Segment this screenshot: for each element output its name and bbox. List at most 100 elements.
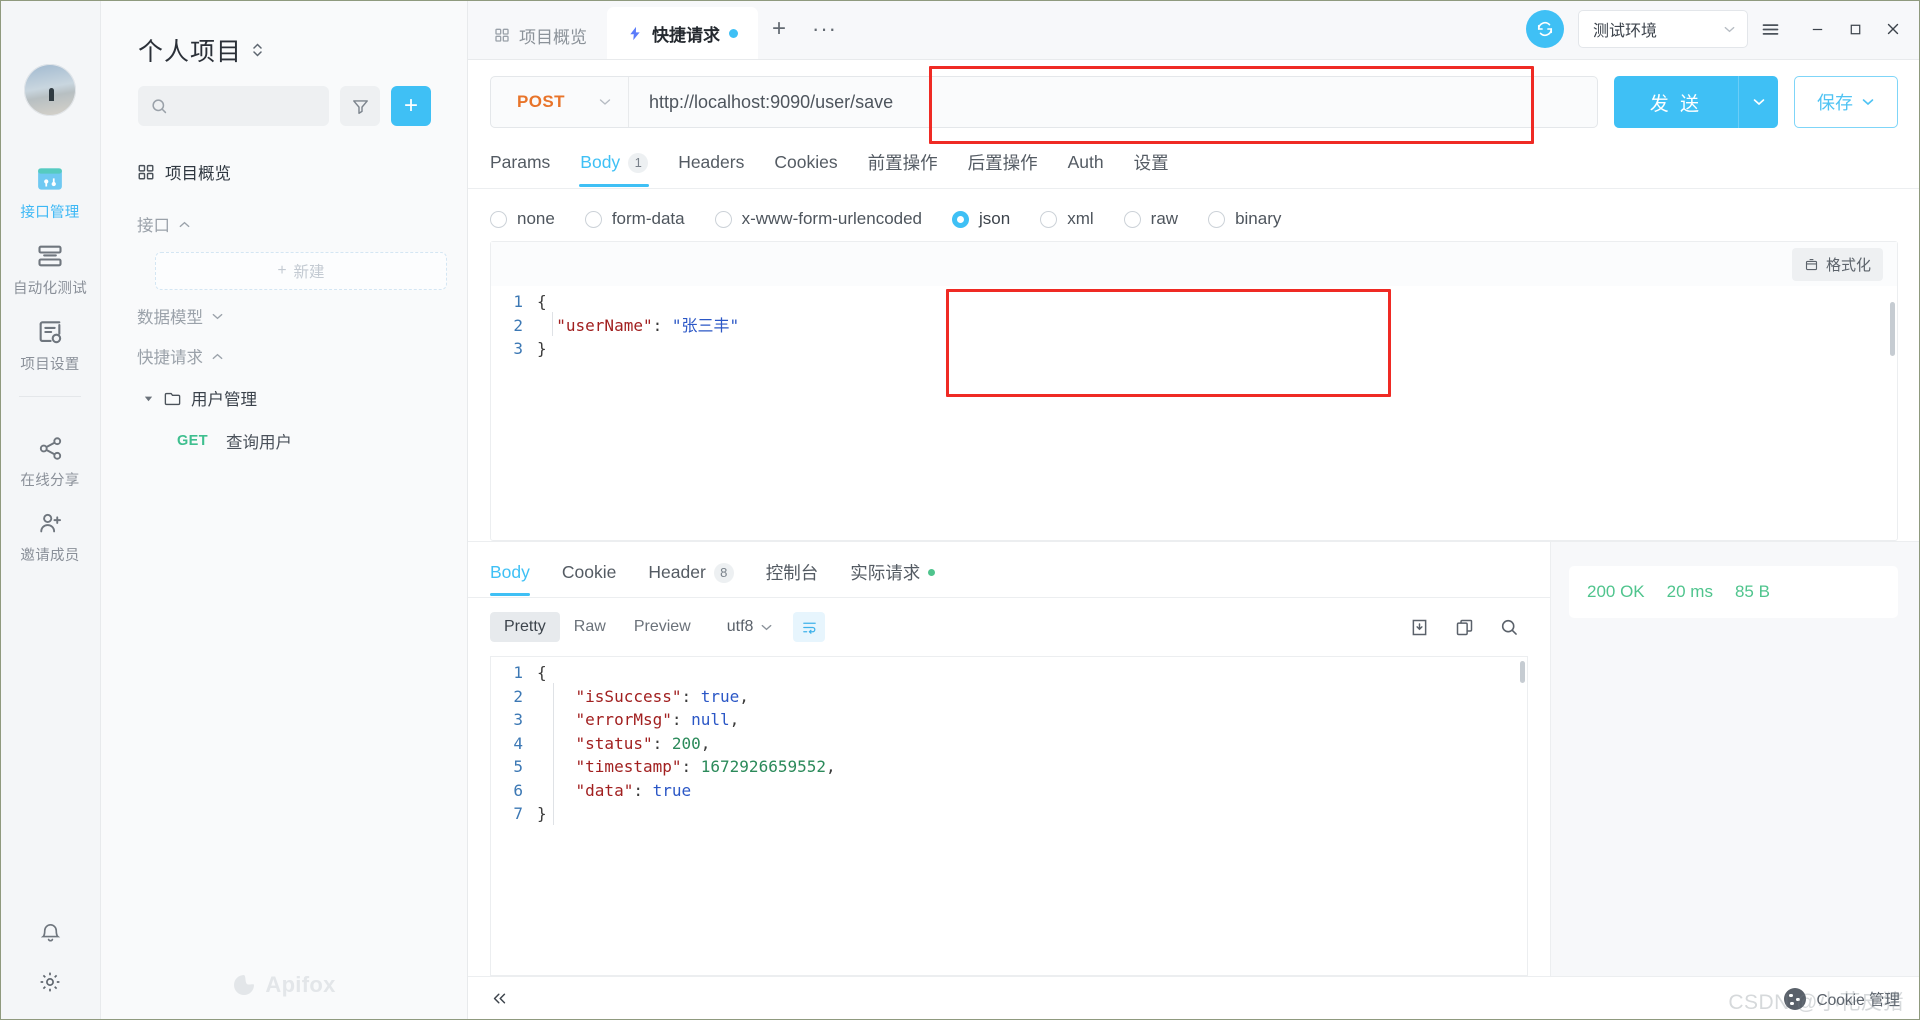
folder-icon (163, 389, 182, 408)
tab-project-overview[interactable]: 项目概览 (474, 11, 607, 59)
editor-toolbar: 格式化 (491, 242, 1897, 286)
search-input[interactable] (138, 86, 329, 126)
notification-bell-icon[interactable] (39, 921, 62, 944)
tab-more-button[interactable]: ··· (800, 16, 849, 42)
sidebar-item-label: 接口管理 (20, 205, 80, 221)
tab-auth[interactable]: Auth (1053, 152, 1119, 186)
tab-label: Body (490, 562, 530, 582)
editor-scrollbar[interactable] (1890, 302, 1895, 356)
line-text: } (537, 804, 547, 823)
line-text: "timestamp": 1672926659552, (537, 757, 836, 776)
sidebar-item-invite-member[interactable]: 邀请成员 (0, 498, 100, 573)
send-dropdown-button[interactable] (1738, 76, 1778, 128)
window-minimize-button[interactable] (1798, 10, 1836, 48)
radio-json[interactable]: json (952, 209, 1010, 229)
line-text: "userName": "张三丰" (537, 315, 740, 335)
view-mode-raw[interactable]: Raw (560, 612, 620, 642)
new-tab-button[interactable]: + (758, 15, 800, 43)
tree-group-data-model[interactable]: 数据模型 (137, 296, 447, 336)
tab-params[interactable]: Params (490, 152, 565, 186)
hamburger-icon[interactable] (1748, 10, 1792, 48)
collapse-left-icon[interactable] (482, 984, 516, 1014)
radio-xml[interactable]: xml (1040, 209, 1094, 229)
radio-raw[interactable]: raw (1123, 209, 1178, 229)
tree-group-quick-request[interactable]: 快捷请求 (137, 336, 447, 376)
request-body-editor[interactable]: 格式化 1 { 2 "userName": "张三丰" 3 } (490, 241, 1898, 541)
tab-post-operation[interactable]: 后置操作 (953, 150, 1053, 188)
request-code-area[interactable]: 1 { 2 "userName": "张三丰" 3 } (491, 286, 1897, 361)
search-icon[interactable] (1499, 617, 1520, 638)
tab-body[interactable]: Body 1 (565, 152, 663, 187)
tab-label: Cookies (774, 152, 838, 172)
window-maximize-button[interactable] (1836, 10, 1874, 48)
code-line: 3 } (491, 337, 1897, 361)
add-button[interactable]: + (391, 86, 431, 126)
copy-icon[interactable] (1454, 617, 1475, 638)
grid-icon (494, 27, 510, 43)
sidebar-item-overview[interactable]: 项目概览 (137, 154, 447, 204)
radio-label: binary (1235, 209, 1282, 228)
view-mode-preview[interactable]: Preview (620, 612, 705, 642)
sidebar-item-project-settings[interactable]: 项目设置 (0, 306, 100, 382)
environment-value: 测试环境 (1593, 23, 1658, 40)
line-number: 5 (513, 757, 523, 776)
radio-none[interactable]: none (490, 209, 555, 229)
radio-urlencoded[interactable]: x-www-form-urlencoded (714, 209, 922, 229)
line-number: 7 (513, 804, 523, 823)
avatar[interactable] (24, 64, 76, 116)
view-mode-pretty[interactable]: Pretty (490, 612, 560, 642)
tree-folder-user-management[interactable]: 用户管理 (137, 376, 447, 420)
line-text: { (537, 663, 547, 682)
tab-cookies[interactable]: Cookies (759, 152, 852, 186)
radio-binary[interactable]: binary (1208, 209, 1281, 229)
sidebar-item-api-management[interactable]: 接口管理 (0, 152, 100, 230)
radio-dot (1208, 210, 1226, 228)
download-icon[interactable] (1409, 617, 1430, 638)
radio-dot (490, 210, 507, 228)
gear-icon[interactable] (38, 970, 62, 994)
status-code: 200 OK (1587, 582, 1645, 601)
tab-response-cookie[interactable]: Cookie (546, 562, 632, 595)
tab-actual-request[interactable]: 实际请求 (834, 560, 951, 597)
response-left: Body Cookie Header 8 控制台 实际请求 Pretty Raw… (468, 542, 1550, 976)
sidebar-item-label: 邀请成员 (20, 548, 80, 564)
new-interface-button[interactable]: + 新建 (155, 252, 447, 290)
apifox-brand: Apifox (101, 972, 467, 998)
tab-settings[interactable]: 设置 (1119, 150, 1184, 188)
filter-icon[interactable] (340, 86, 380, 126)
radio-form-data[interactable]: form-data (584, 209, 685, 229)
encoding-select[interactable]: utf8 (727, 618, 774, 636)
status-badge: 200 OK 20 ms 85 B (1569, 566, 1898, 618)
tree-group-interfaces[interactable]: 接口 (137, 204, 447, 244)
method-select[interactable]: POST (491, 77, 629, 127)
radio-label: json (979, 209, 1011, 228)
response-body-viewer[interactable]: 1 { 2 "isSuccess": true, 3 "errorMsg": n… (490, 656, 1528, 976)
tab-console[interactable]: 控制台 (750, 560, 835, 597)
wrap-lines-icon[interactable] (793, 612, 826, 642)
tab-pre-operation[interactable]: 前置操作 (853, 150, 953, 188)
list-item[interactable]: GET 查询用户 (137, 420, 447, 462)
tab-headers[interactable]: Headers (663, 152, 759, 186)
send-button[interactable]: 发 送 (1613, 76, 1778, 128)
response-scrollbar[interactable] (1520, 661, 1525, 683)
invite-member-icon (37, 510, 64, 537)
sidebar-item-automation-test[interactable]: 自动化测试 (0, 230, 100, 306)
tab-label: Cookie (561, 562, 617, 582)
sidebar-item-share[interactable]: 在线分享 (0, 423, 100, 498)
cookie-manage-label[interactable]: Cookie 管理 (1816, 988, 1900, 1010)
environment-select[interactable]: 测试环境 (1578, 10, 1748, 48)
project-switcher[interactable]: 个人项目 (101, 0, 467, 86)
radio-dot (952, 210, 970, 228)
tab-label: Body (580, 152, 621, 172)
format-button[interactable]: 格式化 (1791, 247, 1883, 281)
line-text: "isSuccess": true, (537, 686, 749, 706)
line-text: } (537, 339, 547, 358)
sync-icon[interactable] (1526, 10, 1564, 48)
tab-quick-request[interactable]: 快捷请求 (607, 7, 758, 59)
window-close-button[interactable] (1874, 10, 1912, 48)
save-button[interactable]: 保存 (1794, 76, 1898, 128)
url-input[interactable] (629, 77, 1597, 127)
tab-response-body[interactable]: Body (490, 562, 546, 596)
radio-dot (1040, 210, 1058, 228)
tab-response-header[interactable]: Header 8 (632, 562, 749, 595)
